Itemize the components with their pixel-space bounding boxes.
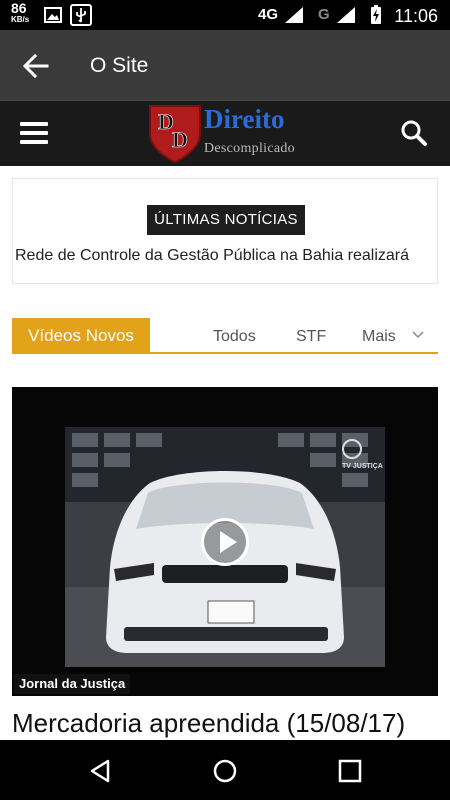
main-content: ÚLTIMAS NOTÍCIAS Rede de Controle da Ges… [0,166,450,740]
recents-square-icon[interactable] [336,757,364,785]
tab-mais[interactable]: Mais [362,318,396,354]
arrow-left-icon[interactable] [22,52,50,80]
latest-news-box: ÚLTIMAS NOTÍCIAS Rede de Controle da Ges… [12,178,438,284]
video-label: Jornal da Justiça [14,674,131,694]
battery-charging-icon [371,5,381,24]
site-logo[interactable]: D D Direito Descomplicado [148,104,308,164]
video-title[interactable]: Mercadoria apreendida (15/08/17) [12,708,405,739]
back-triangle-icon[interactable] [86,757,114,785]
signal-icon [285,7,303,23]
site-header: D D Direito Descomplicado [0,100,450,166]
app-bar: O Site [0,30,450,100]
news-ticker[interactable]: Rede de Controle da Gestão Pública na Ba… [15,247,409,265]
status-bar: 86 KB/s 4G G 11:06 [0,0,450,30]
play-icon[interactable] [201,518,249,566]
logo-shield-icon: D D [149,105,201,164]
network-speed-value: 86 [11,0,27,16]
video-tabs: Vídeos Novos Todos STF Mais [12,318,438,354]
navigation-bar [0,740,450,800]
video-watermark: TV JUSTIÇA [342,463,383,470]
video-player[interactable]: TV JUSTIÇA Jornal da Justiça [12,387,438,696]
latest-news-badge: ÚLTIMAS NOTÍCIAS [147,205,305,235]
network-type-4g: 4G [258,6,279,23]
tab-stf[interactable]: STF [296,318,326,354]
network-speed: 86 KB/s [11,0,30,25]
network-speed-unit: KB/s [11,15,30,24]
usb-icon [70,4,92,26]
search-icon[interactable] [400,119,428,147]
page-title: O Site [90,54,149,77]
signal-secondary-icon [337,7,355,23]
network-type-g: G [318,6,330,23]
hamburger-icon[interactable] [20,122,48,146]
tab-todos[interactable]: Todos [213,318,256,354]
clock: 11:06 [394,6,438,26]
svg-text:D: D [172,127,188,152]
chevron-down-icon[interactable] [412,330,424,340]
logo-word: Direito [204,104,285,134]
logo-subtitle: Descomplicado [204,141,295,156]
tab-videos-novos[interactable]: Vídeos Novos [12,318,150,354]
home-circle-icon[interactable] [211,757,239,785]
image-icon [44,7,62,23]
